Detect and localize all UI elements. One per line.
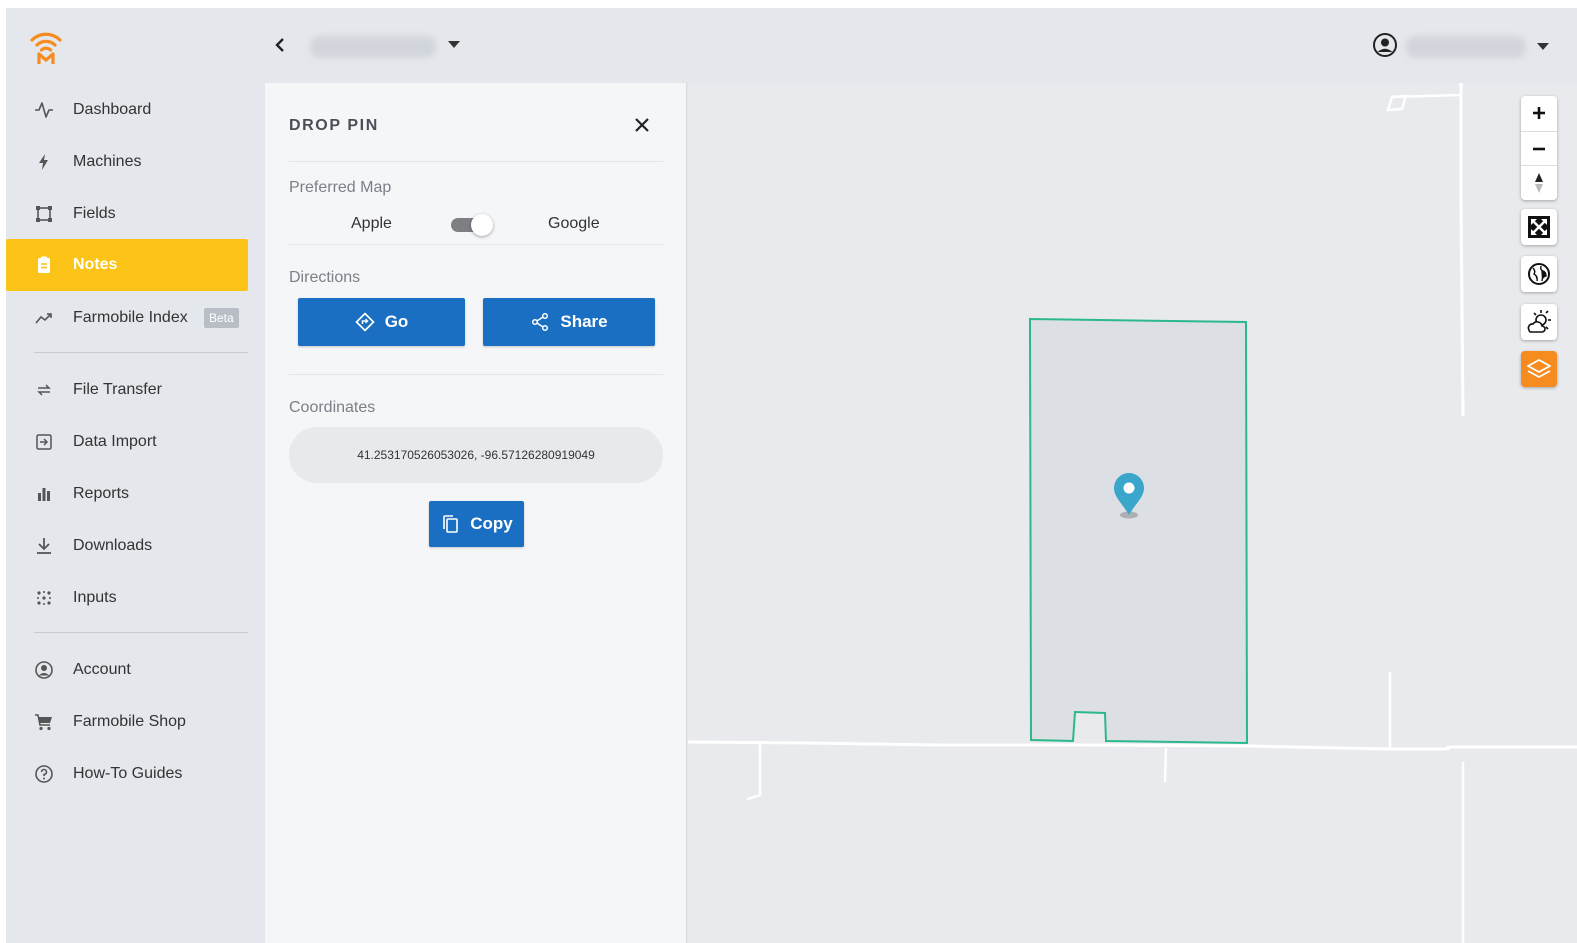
sidebar-item-fields[interactable]: Fields <box>6 188 248 240</box>
dots-icon <box>34 588 54 608</box>
fullscreen-button[interactable] <box>1521 209 1557 245</box>
sidebar-item-machines[interactable]: Machines <box>6 136 248 188</box>
sidebar-item-label: Account <box>73 661 131 678</box>
globe-button[interactable] <box>1521 256 1557 292</box>
app-window: Dashboard Machines Fields Notes Farmobil <box>6 8 1577 943</box>
bar-chart-icon <box>34 484 54 504</box>
zoom-in-button[interactable] <box>1521 96 1557 130</box>
cart-icon <box>34 712 54 732</box>
coordinates-value: 41.253170526053026, -96.57126280919049 <box>357 448 595 462</box>
bolt-icon <box>34 152 54 172</box>
panel-divider <box>289 244 663 245</box>
sidebar-item-inputs[interactable]: Inputs <box>6 572 248 624</box>
sidebar-item-label: Farmobile Shop <box>73 713 186 730</box>
preferred-map-label: Preferred Map <box>289 179 392 196</box>
sidebar-item-label: Data Import <box>73 433 157 450</box>
share-button[interactable]: Share <box>483 298 655 346</box>
sidebar: Dashboard Machines Fields Notes Farmobil <box>6 8 264 943</box>
sidebar-item-label: Dashboard <box>73 101 152 118</box>
compass-icon <box>1535 172 1543 193</box>
panel-divider <box>289 161 663 162</box>
transfer-icon <box>34 380 54 400</box>
zoom-controls <box>1521 96 1557 200</box>
clipboard-icon <box>34 255 54 275</box>
go-button[interactable]: Go <box>298 298 465 346</box>
sidebar-item-label: Farmobile Index <box>73 309 188 326</box>
top-bar <box>264 8 1577 83</box>
coordinates-label: Coordinates <box>289 399 376 416</box>
apple-option-label[interactable]: Apple <box>351 215 392 233</box>
import-icon <box>34 432 54 452</box>
sidebar-item-label: Notes <box>73 256 118 273</box>
map-canvas[interactable] <box>688 83 1577 943</box>
account-icon <box>34 660 54 680</box>
sidebar-item-label: Fields <box>73 205 116 222</box>
user-name-redacted[interactable] <box>1406 36 1526 58</box>
go-button-label: Go <box>384 312 409 331</box>
share-icon <box>530 312 550 332</box>
help-icon <box>34 764 54 784</box>
back-arrow-icon[interactable] <box>270 34 290 56</box>
copy-button-label: Copy <box>470 514 513 533</box>
field-shape-icon <box>34 204 54 224</box>
expand-icon <box>1528 216 1550 238</box>
compass-button[interactable] <box>1521 165 1557 199</box>
sidebar-item-file-transfer[interactable]: File Transfer <box>6 364 248 416</box>
layers-icon <box>1527 359 1551 378</box>
drop-pin-panel: DROP PIN Preferred Map Apple Google Dire… <box>265 83 687 943</box>
copy-button[interactable]: Copy <box>429 501 524 547</box>
coordinates-field[interactable]: 41.253170526053026, -96.57126280919049 <box>289 427 663 483</box>
sidebar-item-how-to-guides[interactable]: How-To Guides <box>6 748 248 800</box>
user-menu-caret-icon[interactable] <box>1537 43 1549 50</box>
copy-icon <box>440 514 460 534</box>
toggle-knob <box>471 214 493 236</box>
sidebar-item-reports[interactable]: Reports <box>6 468 248 520</box>
directions-icon <box>355 312 375 332</box>
beta-badge: Beta <box>204 308 239 328</box>
panel-divider <box>289 374 663 375</box>
sidebar-item-farmobile-shop[interactable]: Farmobile Shop <box>6 696 248 748</box>
zoom-out-button[interactable] <box>1521 131 1557 165</box>
sidebar-item-farmobile-index[interactable]: Farmobile Index Beta <box>6 292 248 344</box>
weather-button[interactable] <box>1521 304 1557 340</box>
sidebar-item-label: Downloads <box>73 537 153 554</box>
google-option-label[interactable]: Google <box>548 215 600 233</box>
minus-icon <box>1533 147 1545 150</box>
globe-icon <box>1528 263 1550 285</box>
sidebar-item-label: Reports <box>73 485 130 502</box>
field-boundary[interactable] <box>1028 317 1249 745</box>
trend-icon <box>34 308 54 328</box>
sidebar-item-account[interactable]: Account <box>6 644 248 696</box>
map-view[interactable] <box>688 83 1577 943</box>
sidebar-divider <box>34 632 248 633</box>
activity-icon <box>34 100 54 120</box>
directions-label: Directions <box>289 269 361 286</box>
sidebar-item-label: Machines <box>73 153 142 170</box>
sidebar-item-downloads[interactable]: Downloads <box>6 520 248 572</box>
farm-dropdown-caret-icon[interactable] <box>448 41 460 48</box>
plus-icon <box>1533 107 1545 119</box>
farmobile-logo[interactable] <box>28 26 64 66</box>
sidebar-item-data-import[interactable]: Data Import <box>6 416 248 468</box>
map-preference-toggle[interactable] <box>451 213 495 237</box>
sidebar-divider <box>34 352 248 353</box>
sidebar-item-label: How-To Guides <box>73 765 183 782</box>
user-avatar-icon[interactable] <box>1372 32 1398 58</box>
panel-title: DROP PIN <box>289 117 379 134</box>
layers-button[interactable] <box>1521 351 1557 387</box>
sidebar-item-label: Inputs <box>73 589 117 606</box>
download-icon <box>34 536 54 556</box>
farm-name-redacted[interactable] <box>310 36 436 58</box>
weather-icon <box>1527 310 1551 333</box>
sidebar-item-label: File Transfer <box>73 381 162 398</box>
sidebar-item-dashboard[interactable]: Dashboard <box>6 84 248 136</box>
share-button-label: Share <box>560 312 608 331</box>
close-icon[interactable] <box>631 114 653 136</box>
sidebar-item-notes[interactable]: Notes <box>6 239 248 291</box>
